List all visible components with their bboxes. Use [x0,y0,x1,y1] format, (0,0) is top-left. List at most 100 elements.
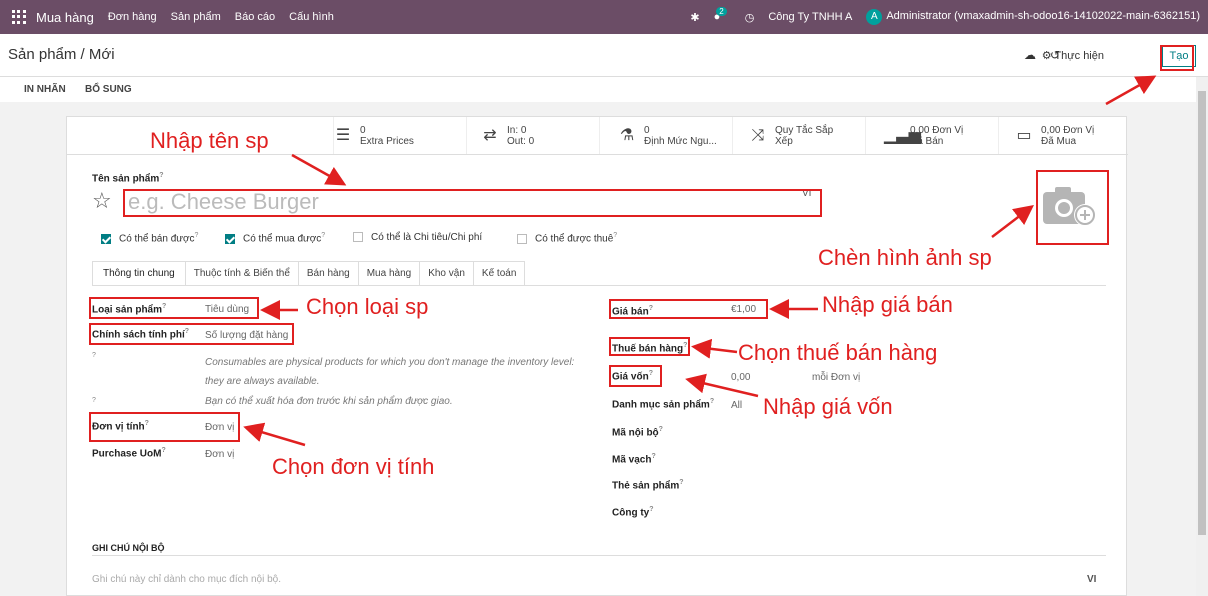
highlight-product-type [89,297,259,319]
user-menu[interactable]: A Administrator (vmaxadmin-sh-odoo16-1410… [866,9,1200,25]
scrollbar[interactable] [1196,77,1208,596]
purchase-uom-label: Purchase UoM? [92,447,166,459]
can-be-sold-checkbox[interactable]: Có thể bán được? [101,232,198,244]
menu-orders[interactable]: Đơn hàng [108,11,157,23]
breadcrumb[interactable]: Sản phẩm / Mới [8,46,115,63]
divider [67,154,1128,155]
shuffle-icon: ⤨ [751,127,765,144]
product-category-select[interactable]: All [731,400,742,411]
favorite-star-icon[interactable]: ☆ [92,188,112,214]
tab-sales[interactable]: Bán hàng [297,261,359,286]
barcode-label: Mã vạch? [612,453,656,465]
can-be-purchased-checkbox[interactable]: Có thể mua được? [225,232,325,244]
highlight-name-field [123,189,822,217]
gear-icon: ⚙ [1041,50,1052,62]
can-be-rented-checkbox[interactable]: Có thể được thuê? [517,232,617,244]
help-icon[interactable]: ? [321,232,325,239]
checkbox[interactable] [101,233,111,244]
clock-icon[interactable]: ◷ [745,11,755,24]
highlight-sales-price [609,299,768,319]
smart-extra-prices[interactable]: ☰ 0 Extra Prices [333,117,467,154]
help-icon[interactable]: ? [659,426,663,433]
avatar: A [866,9,883,25]
help-icon[interactable]: ? [195,232,199,239]
help-icon[interactable]: ? [161,447,165,454]
action-menu-button[interactable]: ⚙ Thực hiện [1042,49,1104,62]
chart-icon: ▁▃▅ [884,127,921,144]
cost-input[interactable]: 0,00 [731,372,750,383]
header-buttons: IN NHÃN BỔ SUNG [0,77,1196,102]
label-text: Mã vạch [612,454,652,466]
company-label: Công ty? [612,506,654,518]
annotation-uom: Chọn đơn vị tính [272,454,435,479]
smart-label: Định Mức Ngu... [644,135,717,147]
scrollbar-thumb[interactable] [1198,91,1206,535]
purchase-uom-select[interactable]: Đơn vị [205,449,234,460]
tab-purchase[interactable]: Mua hàng [357,261,421,286]
smart-sold[interactable]: ▁▃▅ 0,00 Đơn Vị Đã Bán [866,117,999,154]
smart-value: 0,00 Đơn Vị [910,124,964,136]
tab-inventory[interactable]: Kho vận [419,261,474,286]
messages-icon[interactable]: ●2 [714,7,731,23]
help-icon[interactable]: ? [651,453,655,460]
menu-configuration[interactable]: Cấu hình [289,11,334,23]
list-icon: ☰ [335,127,351,144]
smart-in-out[interactable]: ⇄ In: 0 Out: 0 [467,117,600,154]
messages-badge: 2 [716,7,727,16]
smart-value: In: 0 [507,124,527,136]
label-text: Mã nội bộ [612,427,659,439]
can-be-expensed-checkbox[interactable]: Có thể là Chi tiêu/Chi phí [353,232,482,243]
smart-label: Đã Bán [910,135,944,147]
label-text: Danh mục sản phẩm [612,399,710,411]
tab-divider [92,285,1106,286]
company-switcher[interactable]: Công Ty TNHH A [768,11,852,23]
tab-attributes-variants[interactable]: Thuộc tính & Biến thể [184,261,299,286]
app-name[interactable]: Mua hàng [36,10,94,25]
label-text: Purchase UoM [92,448,162,460]
cloud-save-icon[interactable]: ☁ [1024,48,1036,62]
highlight-uom [89,412,240,442]
annotation-image: Chèn hình ảnh sp [818,245,992,270]
tab-accounting[interactable]: Kế toán [472,261,526,286]
checkbox[interactable] [353,232,363,243]
tab-general-info[interactable]: Thông tin chung [92,261,186,286]
help-icon[interactable]: ? [92,352,96,359]
help-icon[interactable]: ? [92,397,96,404]
label-text: Tên sản phẩm [92,173,160,185]
transfer-icon: ⇄ [483,127,497,144]
label-text: Thẻ sản phẩm [612,480,680,492]
smart-value: 0 [644,124,650,136]
smart-label: Xếp [775,135,793,147]
menu-reports[interactable]: Báo cáo [235,11,275,23]
highlight-image [1036,170,1109,245]
help-icon[interactable]: ? [613,232,617,239]
product-tags-label: Thẻ sản phẩm? [612,479,684,491]
checkbox[interactable] [225,233,235,244]
print-labels-button[interactable]: IN NHÃN [24,84,66,95]
smart-purchased[interactable]: ▭ 0,00 Đơn Vị Đã Mua [999,117,1127,154]
smart-value: Quy Tắc Sắp [775,124,834,136]
product-category-label: Danh mục sản phẩm? [612,398,714,410]
help-icon[interactable]: ? [159,172,163,179]
help-icon[interactable]: ? [679,479,683,486]
help-icon[interactable]: ? [710,398,714,405]
apps-menu-icon[interactable] [12,10,26,24]
internal-notes-input[interactable]: Ghi chú này chỉ dành cho mục đích nội bộ… [92,574,281,585]
checkbox-label: Có thể là Chi tiêu/Chi phí [371,232,483,243]
more-button[interactable]: BỔ SUNG [85,84,132,95]
control-panel: Sản phẩm / Mới ☁ ↺ ⚙ Thực hiện Tạo [0,34,1208,77]
help-icon[interactable]: ? [649,506,653,513]
smart-routes[interactable]: ⤨ Quy Tắc Sắp Xếp [733,117,866,154]
smart-bom[interactable]: ⚗ 0 Định Mức Ngu... [600,117,733,154]
product-name-label: Tên sản phẩm? [92,172,164,184]
checkbox[interactable] [517,233,527,244]
product-type-note: Consumables are physical products for wh… [205,357,575,387]
invoice-policy-note: Bạn có thể xuất hóa đơn trước khi sản ph… [205,396,453,407]
highlight-invoicing-policy [89,323,294,345]
annotation-tax: Chọn thuế bán hàng [738,340,938,365]
menu-products[interactable]: Sản phẩm [171,11,221,23]
bug-icon[interactable]: ✱ [690,11,699,24]
notes-translate-button[interactable]: VI [1087,574,1096,585]
checkbox-label: Có thể mua được [243,233,322,245]
checkbox-label: Có thể bán được [119,233,195,245]
